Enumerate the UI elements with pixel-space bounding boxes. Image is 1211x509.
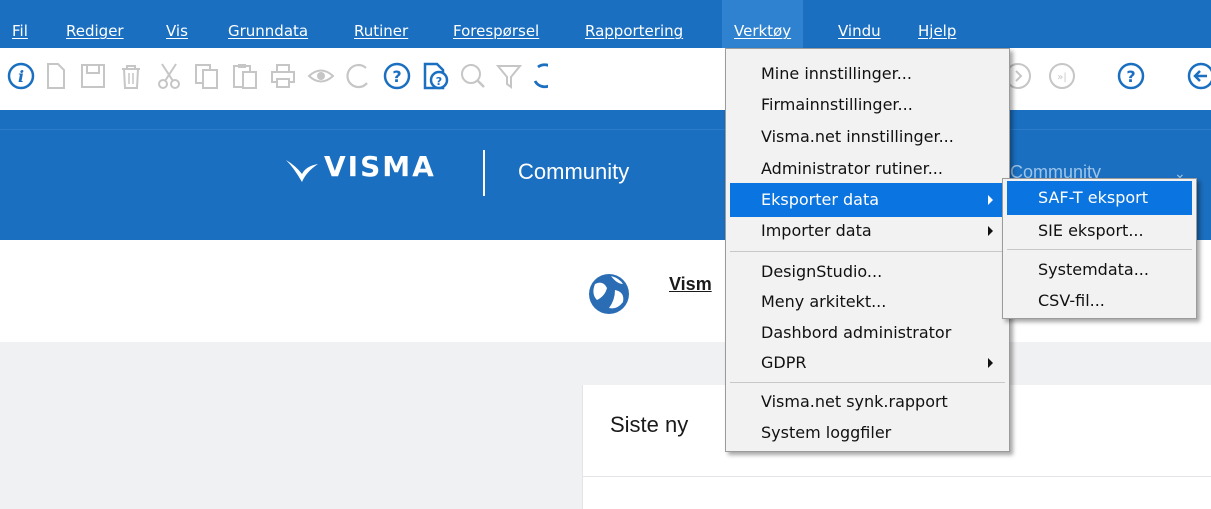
menu-foresporsel[interactable]: Forespørsel	[453, 0, 539, 48]
cut-icon[interactable]	[154, 61, 184, 91]
menu-item-mine-innstillinger[interactable]: Mine innstillinger...	[726, 57, 1009, 91]
menu-item-importer-data[interactable]: Importer data	[726, 214, 1009, 248]
menu-hjelp[interactable]: Hjelp	[918, 0, 956, 48]
menu-item-eksporter-data[interactable]: Eksporter data	[730, 183, 1002, 217]
menu-separator	[730, 251, 1005, 252]
refresh-icon[interactable]	[344, 61, 374, 91]
menu-item-visma-net-synk-rapport[interactable]: Visma.net synk.rapport	[726, 385, 1009, 419]
menu-rediger[interactable]: Rediger	[66, 0, 124, 48]
next-icon[interactable]	[1010, 61, 1032, 91]
menubar: Fil Rediger Vis Grunndata Rutiner Foresp…	[0, 0, 1211, 48]
menu-item-visma-net-innstillinger[interactable]: Visma.net innstillinger...	[726, 120, 1009, 154]
menu-item-designstudio[interactable]: DesignStudio...	[726, 255, 1009, 289]
eksport-submenu: SAF-T eksport SIE eksport... Systemdata.…	[1002, 178, 1197, 319]
visma-logo-icon	[286, 160, 318, 182]
menu-rapportering[interactable]: Rapportering	[585, 0, 683, 48]
product-name: Community	[518, 159, 630, 184]
search-icon[interactable]	[458, 61, 488, 91]
card-divider	[582, 476, 1211, 477]
help-document-icon[interactable]: ?	[420, 61, 450, 91]
menu-item-system-loggfiler[interactable]: System loggfiler	[726, 416, 1009, 450]
menu-verktoy[interactable]: Verktøy	[722, 0, 804, 48]
menu-grunndata[interactable]: Grunndata	[228, 0, 308, 48]
submenu-arrow-icon	[988, 358, 993, 368]
help-icon[interactable]: ?	[382, 61, 412, 91]
band-link[interactable]: Vism	[669, 274, 712, 295]
globe-icon	[589, 274, 629, 314]
menu-separator	[1007, 249, 1192, 250]
submenu-arrow-icon	[988, 226, 993, 236]
logo-divider	[483, 150, 485, 196]
print-icon[interactable]	[268, 61, 298, 91]
menu-item-gdpr[interactable]: GDPR	[726, 346, 1009, 380]
preview-icon[interactable]	[306, 61, 336, 91]
copy-icon[interactable]	[192, 61, 222, 91]
filter-icon[interactable]	[494, 61, 524, 91]
menu-item-csv-fil[interactable]: CSV-fil...	[1003, 284, 1196, 318]
delete-icon[interactable]	[116, 61, 146, 91]
new-document-icon[interactable]	[40, 61, 70, 91]
submenu-arrow-icon	[988, 195, 993, 205]
menu-item-sie-eksport[interactable]: SIE eksport...	[1003, 214, 1196, 248]
menu-item-saf-t-eksport[interactable]: SAF-T eksport	[1007, 181, 1192, 215]
save-icon[interactable]	[78, 61, 108, 91]
menu-item-meny-arkitekt[interactable]: Meny arkitekt...	[726, 285, 1009, 319]
menu-vindu[interactable]: Vindu	[838, 0, 881, 48]
undo-icon[interactable]	[530, 61, 548, 91]
svg-text:»|: »|	[1057, 72, 1067, 83]
verktoy-menu: Mine innstillinger... Firmainnstillinger…	[725, 48, 1010, 452]
menu-fil[interactable]: Fil	[12, 0, 28, 48]
info-icon[interactable]: i	[6, 61, 36, 91]
last-icon[interactable]: »|	[1047, 61, 1077, 91]
svg-text:?: ?	[392, 67, 401, 86]
menu-rutiner[interactable]: Rutiner	[354, 0, 408, 48]
back-icon[interactable]	[1186, 61, 1211, 91]
svg-text:i: i	[18, 67, 24, 86]
brand-name: VISMA	[324, 150, 436, 183]
question-icon[interactable]: ?	[1116, 61, 1146, 91]
menu-item-dashbord-administrator[interactable]: Dashbord administrator	[726, 316, 1009, 350]
menu-separator	[730, 382, 1005, 383]
paste-icon[interactable]	[230, 61, 260, 91]
menu-item-firmainnstillinger[interactable]: Firmainnstillinger...	[726, 88, 1009, 122]
news-card-title: Siste ny	[610, 412, 689, 437]
header-strip	[0, 110, 1211, 130]
menu-item-systemdata[interactable]: Systemdata...	[1003, 253, 1196, 287]
app-window: Fil Rediger Vis Grunndata Rutiner Foresp…	[0, 0, 1211, 509]
menu-item-administrator-rutiner[interactable]: Administrator rutiner...	[726, 152, 1009, 186]
svg-text:?: ?	[1126, 67, 1135, 86]
menu-vis[interactable]: Vis	[166, 0, 188, 48]
svg-text:?: ?	[436, 75, 442, 88]
